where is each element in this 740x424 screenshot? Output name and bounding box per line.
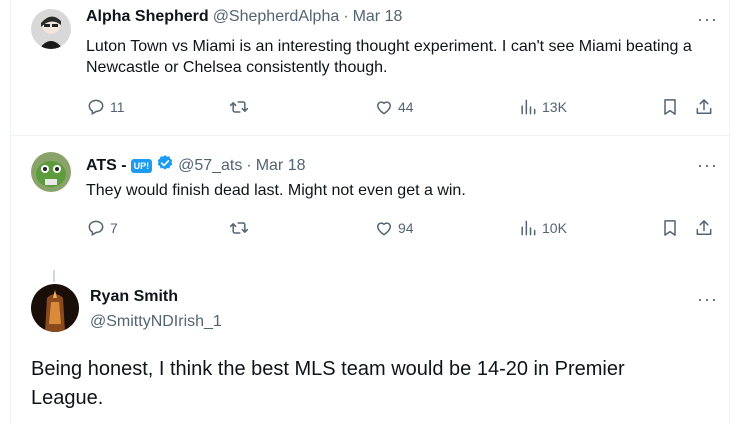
author-handle[interactable]: @57_ats [178, 157, 242, 175]
like-button[interactable]: 44 [374, 97, 414, 117]
bookmark-button[interactable] [660, 97, 680, 117]
author-name[interactable]: Alpha Shepherd [86, 8, 209, 26]
author-name[interactable]: Ryan Smith [90, 288, 178, 306]
repost-button[interactable] [228, 218, 254, 238]
tweet-header: Alpha Shepherd @ShepherdAlpha · Mar 18 [86, 8, 402, 26]
tweet-alpha-shepherd[interactable]: Alpha Shepherd @ShepherdAlpha · Mar 18 ·… [10, 0, 730, 136]
tweet-text: Luton Town vs Miami is an interesting th… [86, 38, 692, 76]
separator-dot: · [246, 156, 252, 174]
repost-icon [228, 97, 250, 117]
like-button[interactable]: 94 [374, 218, 414, 238]
views-button[interactable]: 13K [518, 97, 567, 117]
avatar[interactable] [31, 284, 79, 332]
up-badge: UP! [130, 158, 153, 173]
tweet-text: They would finish dead last. Might not e… [86, 182, 466, 199]
tweet-date[interactable]: Mar 18 [256, 157, 306, 175]
bookmark-icon [660, 218, 680, 238]
more-options-button[interactable]: ··· [697, 156, 718, 174]
avatar[interactable] [31, 9, 71, 49]
tweet-text: Being honest, I think the best MLS team … [31, 358, 625, 409]
more-options-button[interactable]: ··· [697, 290, 718, 308]
separator-dot: · [343, 8, 349, 25]
views-count: 13K [542, 99, 567, 115]
author-name[interactable]: ATS - [86, 157, 127, 175]
views-icon [518, 218, 538, 238]
avatar[interactable] [31, 152, 71, 192]
reply-button[interactable]: 11 [86, 97, 125, 117]
reply-count: 11 [110, 99, 125, 115]
share-button[interactable] [694, 218, 714, 238]
author-handle[interactable]: @ShepherdAlpha [213, 8, 340, 26]
share-icon [694, 97, 714, 117]
tweet-actions: 11 44 13K [86, 97, 726, 121]
reply-icon [86, 218, 106, 238]
views-icon [518, 97, 538, 117]
author-handle[interactable]: @SmittyNDIrish_1 [90, 313, 222, 331]
tweet-ats[interactable]: ATS - UP! @57_ats · Mar 18 ··· They woul… [10, 136, 730, 270]
repost-button[interactable] [228, 97, 254, 117]
share-icon [694, 218, 714, 238]
repost-icon [228, 218, 250, 238]
reply-button[interactable]: 7 [86, 218, 118, 238]
views-count: 10K [542, 220, 567, 236]
like-count: 44 [398, 99, 414, 115]
reply-icon [86, 97, 106, 117]
more-options-button[interactable]: ··· [697, 10, 718, 28]
heart-icon [374, 218, 394, 238]
bookmark-button[interactable] [660, 218, 680, 238]
bookmark-icon [660, 97, 680, 117]
like-count: 94 [398, 220, 414, 236]
heart-icon [374, 97, 394, 117]
share-button[interactable] [694, 97, 714, 117]
tweet-date[interactable]: Mar 18 [353, 8, 403, 26]
tweet-header: ATS - UP! @57_ats · Mar 18 [86, 154, 306, 177]
verified-badge-icon [156, 154, 174, 177]
focused-tweet-ryan-smith[interactable]: Ryan Smith @SmittyNDIrish_1 ··· Being ho… [10, 270, 730, 424]
tweet-actions: 7 94 10K [86, 218, 726, 242]
reply-count: 7 [110, 220, 118, 236]
views-button[interactable]: 10K [518, 218, 567, 238]
